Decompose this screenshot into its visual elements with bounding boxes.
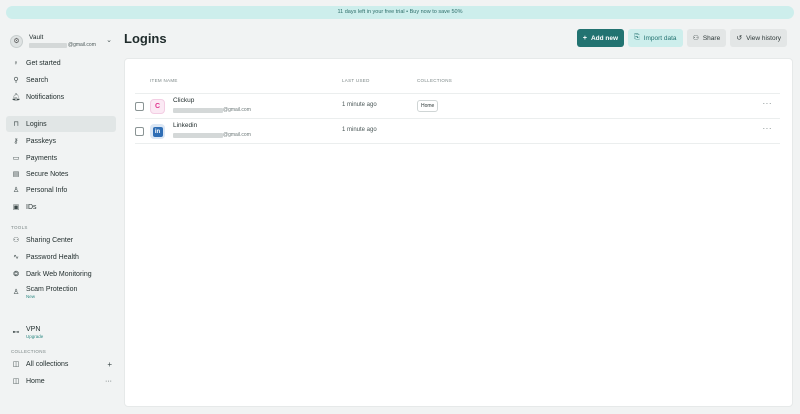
add-new-button[interactable]: + Add new	[576, 29, 625, 47]
sidebar-item-ids[interactable]: ▣ IDs	[6, 199, 116, 215]
new-badge: New	[26, 293, 36, 299]
item-email: @gmail.com	[173, 132, 251, 138]
import-icon: ⎘	[634, 34, 640, 41]
redacted-text	[29, 42, 67, 48]
item-email: @gmail.com	[173, 107, 251, 113]
sidebar-item-personal-info[interactable]: ♙ Personal Info	[6, 182, 116, 198]
table-row[interactable]: in Linkedin @gmail.com 1 minute ago ···	[135, 119, 780, 143]
column-header-last-used[interactable]: LAST USED	[342, 78, 370, 83]
redacted-text	[173, 132, 223, 138]
globe-icon: ❂	[13, 271, 19, 278]
share-icon: ⚇	[692, 35, 699, 42]
sidebar-item-get-started[interactable]: ♀ Get started	[6, 55, 116, 71]
more-icon[interactable]: ···	[763, 99, 773, 108]
search-icon: ⚲	[13, 77, 19, 84]
credit-card-icon: ▭	[12, 155, 20, 162]
clickup-logo-icon: C	[150, 99, 165, 114]
page-title: Logins	[124, 31, 167, 46]
collection-tag[interactable]: Home	[417, 100, 439, 112]
sidebar: ⚙ Vault @gmail.com ⌄ ♀ Get started ⚲ Sea…	[0, 24, 120, 414]
history-icon: ↺	[736, 35, 743, 42]
person-icon: ♙	[12, 187, 20, 194]
sidebar-item-dark-web-monitoring[interactable]: ❂ Dark Web Monitoring	[6, 266, 116, 282]
table-row[interactable]: C Clickup @gmail.com 1 minute ago Home ·…	[135, 94, 780, 118]
upgrade-badge: Upgrade	[26, 333, 44, 339]
sidebar-item-sharing-center[interactable]: ⚇ Sharing Center	[6, 232, 116, 248]
more-icon[interactable]: ···	[763, 124, 773, 133]
lightbulb-icon: ♀	[13, 59, 19, 67]
sidebar-item-secure-notes[interactable]: ▤ Secure Notes	[6, 166, 116, 182]
redacted-text	[173, 107, 223, 113]
trial-banner[interactable]: 11 days left in your free trial • Buy no…	[6, 6, 794, 19]
view-history-button[interactable]: ↺ View history	[730, 29, 787, 47]
share-button[interactable]: ⚇ Share	[686, 29, 727, 47]
plus-icon: +	[582, 34, 587, 42]
row-checkbox[interactable]	[135, 102, 144, 111]
divider	[135, 143, 780, 144]
gear-icon: ⚙	[10, 34, 23, 48]
item-name: Linkedin	[173, 122, 198, 129]
folder-icon: ◫	[12, 361, 20, 368]
vpn-icon: ⊷	[12, 329, 20, 336]
passkey-icon: ⚷	[13, 138, 19, 145]
row-checkbox[interactable]	[135, 127, 144, 136]
vault-name: Vault	[29, 34, 44, 41]
folder-icon: ◫	[12, 378, 20, 385]
more-icon[interactable]: ···	[105, 378, 112, 385]
sidebar-item-home-collection[interactable]: ◫ Home ···	[6, 373, 116, 389]
sidebar-item-all-collections[interactable]: ◫ All collections +	[6, 356, 116, 372]
sidebar-item-logins[interactable]: ⊓ Logins	[6, 116, 116, 132]
linkedin-logo-icon: in	[150, 124, 165, 139]
last-used: 1 minute ago	[342, 102, 377, 108]
sidebar-item-vpn[interactable]: ⊷ VPN Upgrade	[6, 322, 116, 342]
sidebar-item-scam-protection[interactable]: ♙ Scam Protection New	[6, 282, 116, 302]
column-header-collections: COLLECTIONS	[417, 78, 453, 83]
note-icon: ▤	[12, 171, 20, 178]
plus-icon[interactable]: +	[107, 360, 112, 369]
vault-email: @gmail.com	[29, 42, 96, 48]
sidebar-item-payments[interactable]: ▭ Payments	[6, 150, 116, 166]
chevron-down-icon[interactable]: ⌄	[106, 36, 112, 44]
import-data-button[interactable]: ⎘ Import data	[628, 29, 683, 47]
item-name: Clickup	[173, 97, 195, 104]
shield-person-icon: ♙	[12, 289, 20, 296]
id-card-icon: ▣	[12, 204, 20, 211]
collections-section-label: COLLECTIONS	[11, 349, 47, 354]
vault-switcher[interactable]: ⚙ Vault @gmail.com ⌄	[10, 30, 114, 52]
people-icon: ⚇	[12, 237, 20, 244]
sidebar-item-passkeys[interactable]: ⚷ Passkeys	[6, 133, 116, 149]
pulse-icon: ∿	[13, 254, 19, 261]
last-used: 1 minute ago	[342, 127, 377, 133]
toolbar: + Add new ⎘ Import data ⚇ Share ↺ View h…	[576, 29, 787, 47]
column-header-item-name[interactable]: ITEM NAME	[150, 78, 178, 83]
bell-icon: 🔔︎	[11, 94, 21, 101]
logins-table: ITEM NAME LAST USED COLLECTIONS C Clicku…	[124, 58, 793, 407]
lock-icon: ⊓	[13, 121, 19, 128]
sidebar-item-search[interactable]: ⚲ Search	[6, 72, 116, 88]
sidebar-item-password-health[interactable]: ∿ Password Health	[6, 249, 116, 265]
sidebar-item-notifications[interactable]: 🔔︎ Notifications	[6, 89, 116, 105]
tools-section-label: TOOLS	[11, 225, 28, 230]
